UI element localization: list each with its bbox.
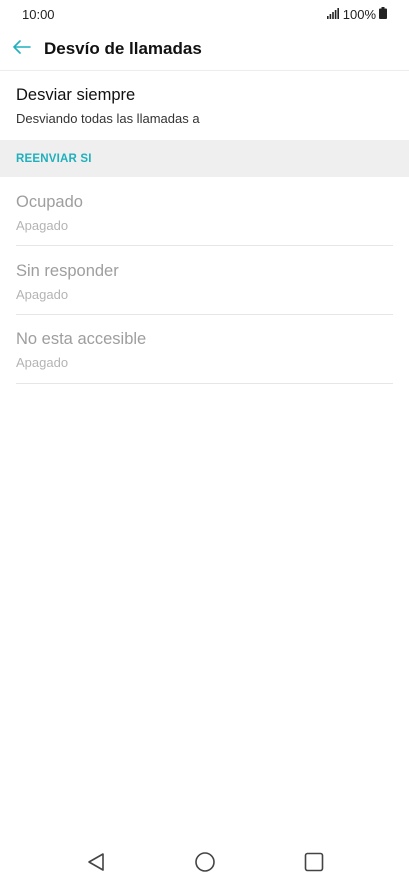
no-answer-title: Sin responder (16, 262, 119, 280)
nav-back-button[interactable] (84, 852, 108, 876)
busy-subtitle: Apagado (16, 218, 69, 233)
status-time: 10:00 (22, 6, 55, 22)
page-title: Desvío de llamadas (44, 39, 202, 58)
navigation-bar (0, 838, 409, 888)
always-forward-item[interactable]: Desviar siempre Desviando todas las llam… (16, 85, 393, 127)
busy-title: Ocupado (16, 193, 83, 211)
square-recent-icon (303, 851, 325, 878)
nav-home-button[interactable] (193, 851, 217, 878)
battery-icon (379, 6, 387, 22)
always-forward-subtitle: Desviando todas las llamadas a (16, 111, 200, 126)
status-bar: 10:00 100% (0, 0, 409, 28)
unreachable-subtitle: Apagado (16, 355, 69, 370)
nav-recent-button[interactable] (302, 852, 326, 876)
back-button[interactable] (0, 28, 44, 70)
arrow-left-icon (13, 39, 31, 59)
unreachable-item[interactable]: No esta accesible Apagado (16, 329, 393, 384)
app-bar: Desvío de llamadas (0, 28, 409, 71)
unreachable-title: No esta accesible (16, 330, 147, 348)
no-answer-item[interactable]: Sin responder Apagado (16, 261, 393, 315)
section-header: REENVIAR SI (0, 140, 409, 177)
busy-item[interactable]: Ocupado Apagado (16, 192, 393, 246)
battery-percent: 100% (342, 6, 376, 22)
triangle-back-icon (85, 851, 107, 878)
signal-icon (326, 7, 340, 22)
no-answer-subtitle: Apagado (16, 287, 69, 302)
status-icons: 100% (326, 6, 387, 22)
circle-home-icon (194, 851, 216, 878)
always-forward-title: Desviar siempre (16, 86, 136, 104)
